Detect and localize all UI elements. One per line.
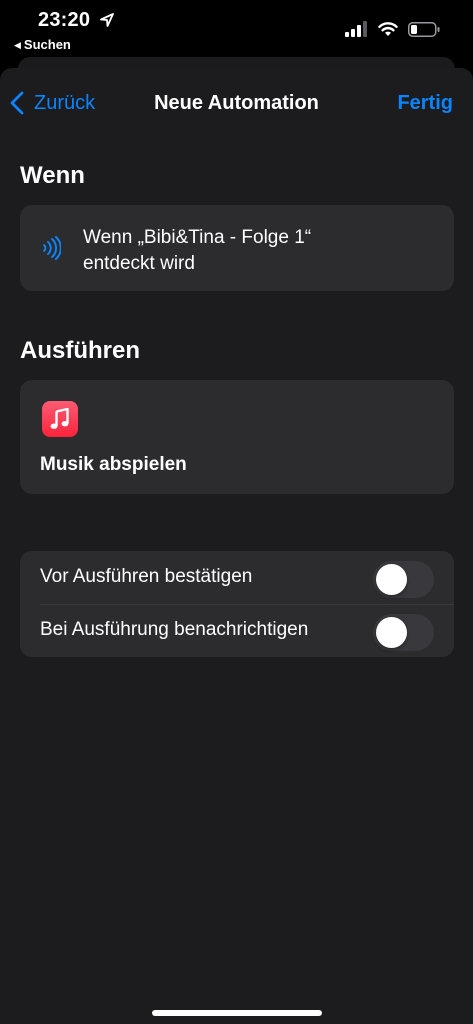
status-time: 23:20 — [38, 9, 91, 31]
trigger-card[interactable]: Wenn „Bibi&Tina - Folge 1“ entdeckt wird — [20, 205, 454, 291]
option-row-confirm: Vor Ausführen bestätigen — [20, 551, 454, 605]
done-button[interactable]: Fertig — [397, 92, 453, 115]
back-app-label: Suchen — [23, 37, 71, 52]
action-label: Musik abspielen — [40, 454, 187, 475]
toggle-knob — [376, 564, 407, 595]
notify-toggle[interactable] — [373, 614, 434, 651]
option-label-confirm: Vor Ausführen bestätigen — [40, 566, 253, 587]
action-card[interactable]: Musik abspielen — [20, 380, 454, 494]
trigger-description: Wenn „Bibi&Tina - Folge 1“ entdeckt wird — [83, 225, 443, 277]
status-bar: 23:20 ◀ Suchen — [0, 0, 473, 60]
home-indicator — [152, 1010, 322, 1016]
back-to-app-link[interactable]: ◀ Suchen — [14, 37, 71, 52]
music-app-icon — [42, 401, 78, 437]
option-label-notify: Bei Ausführung benachrichtigen — [40, 619, 309, 640]
back-triangle-icon: ◀ — [14, 40, 21, 50]
confirm-toggle[interactable] — [373, 561, 434, 598]
location-arrow-icon — [100, 13, 114, 27]
trigger-line-1: Wenn „Bibi&Tina - Folge 1“ — [83, 227, 312, 248]
wifi-icon — [378, 22, 398, 36]
when-section-header: Wenn — [20, 162, 85, 189]
options-card: Vor Ausführen bestätigen Bei Ausführung … — [20, 551, 454, 657]
option-row-notify: Bei Ausführung benachrichtigen — [20, 604, 454, 657]
toggle-knob — [376, 617, 407, 648]
music-note-icon — [50, 408, 69, 429]
trigger-line-2: entdeckt wird — [83, 253, 195, 274]
nfc-icon — [43, 236, 61, 260]
execute-section-header: Ausführen — [20, 337, 140, 364]
automation-sheet: Zurück Neue Automation Fertig Wenn Wenn … — [0, 68, 473, 1024]
signal-icon — [345, 21, 367, 37]
navigation-bar: Zurück Neue Automation Fertig — [0, 68, 473, 138]
battery-icon — [408, 22, 440, 37]
